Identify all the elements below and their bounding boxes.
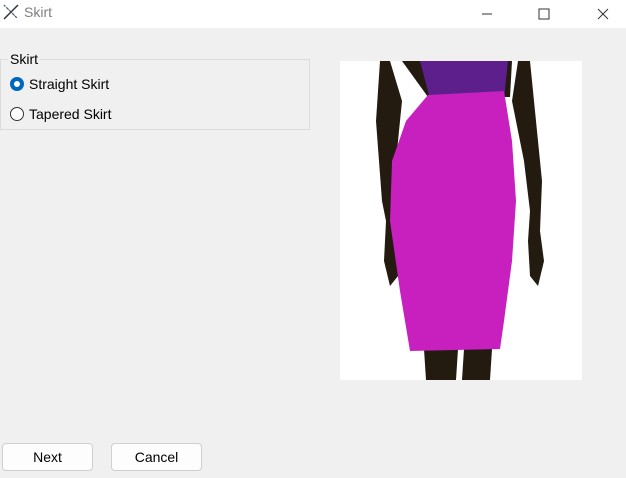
- next-button[interactable]: Next: [2, 443, 93, 471]
- radio-label-tapered: Tapered Skirt: [29, 106, 112, 122]
- window-title: Skirt: [24, 4, 52, 20]
- title-bar: Skirt: [0, 0, 626, 28]
- radio-button-unchecked[interactable]: [10, 107, 24, 121]
- groupbox-legend: Skirt: [8, 51, 40, 67]
- skirt-illustration: [376, 61, 544, 380]
- radio-label-straight: Straight Skirt: [29, 76, 110, 92]
- pen-ruler-icon: [2, 3, 22, 21]
- radio-straight-skirt[interactable]: Straight Skirt: [10, 76, 109, 92]
- right-arm: [512, 61, 544, 286]
- close-button[interactable]: [580, 0, 626, 28]
- minimize-icon: [481, 8, 493, 20]
- maximize-icon: [538, 8, 550, 20]
- radio-button-checked[interactable]: [10, 77, 24, 91]
- maximize-button[interactable]: [521, 0, 567, 28]
- radio-tapered-skirt[interactable]: Tapered Skirt: [10, 106, 111, 122]
- cancel-button[interactable]: Cancel: [111, 443, 202, 471]
- legs: [424, 349, 492, 380]
- skirt-preview-image: [340, 61, 582, 380]
- minimize-button[interactable]: [464, 0, 510, 28]
- close-icon: [597, 8, 609, 20]
- skirt: [390, 91, 516, 351]
